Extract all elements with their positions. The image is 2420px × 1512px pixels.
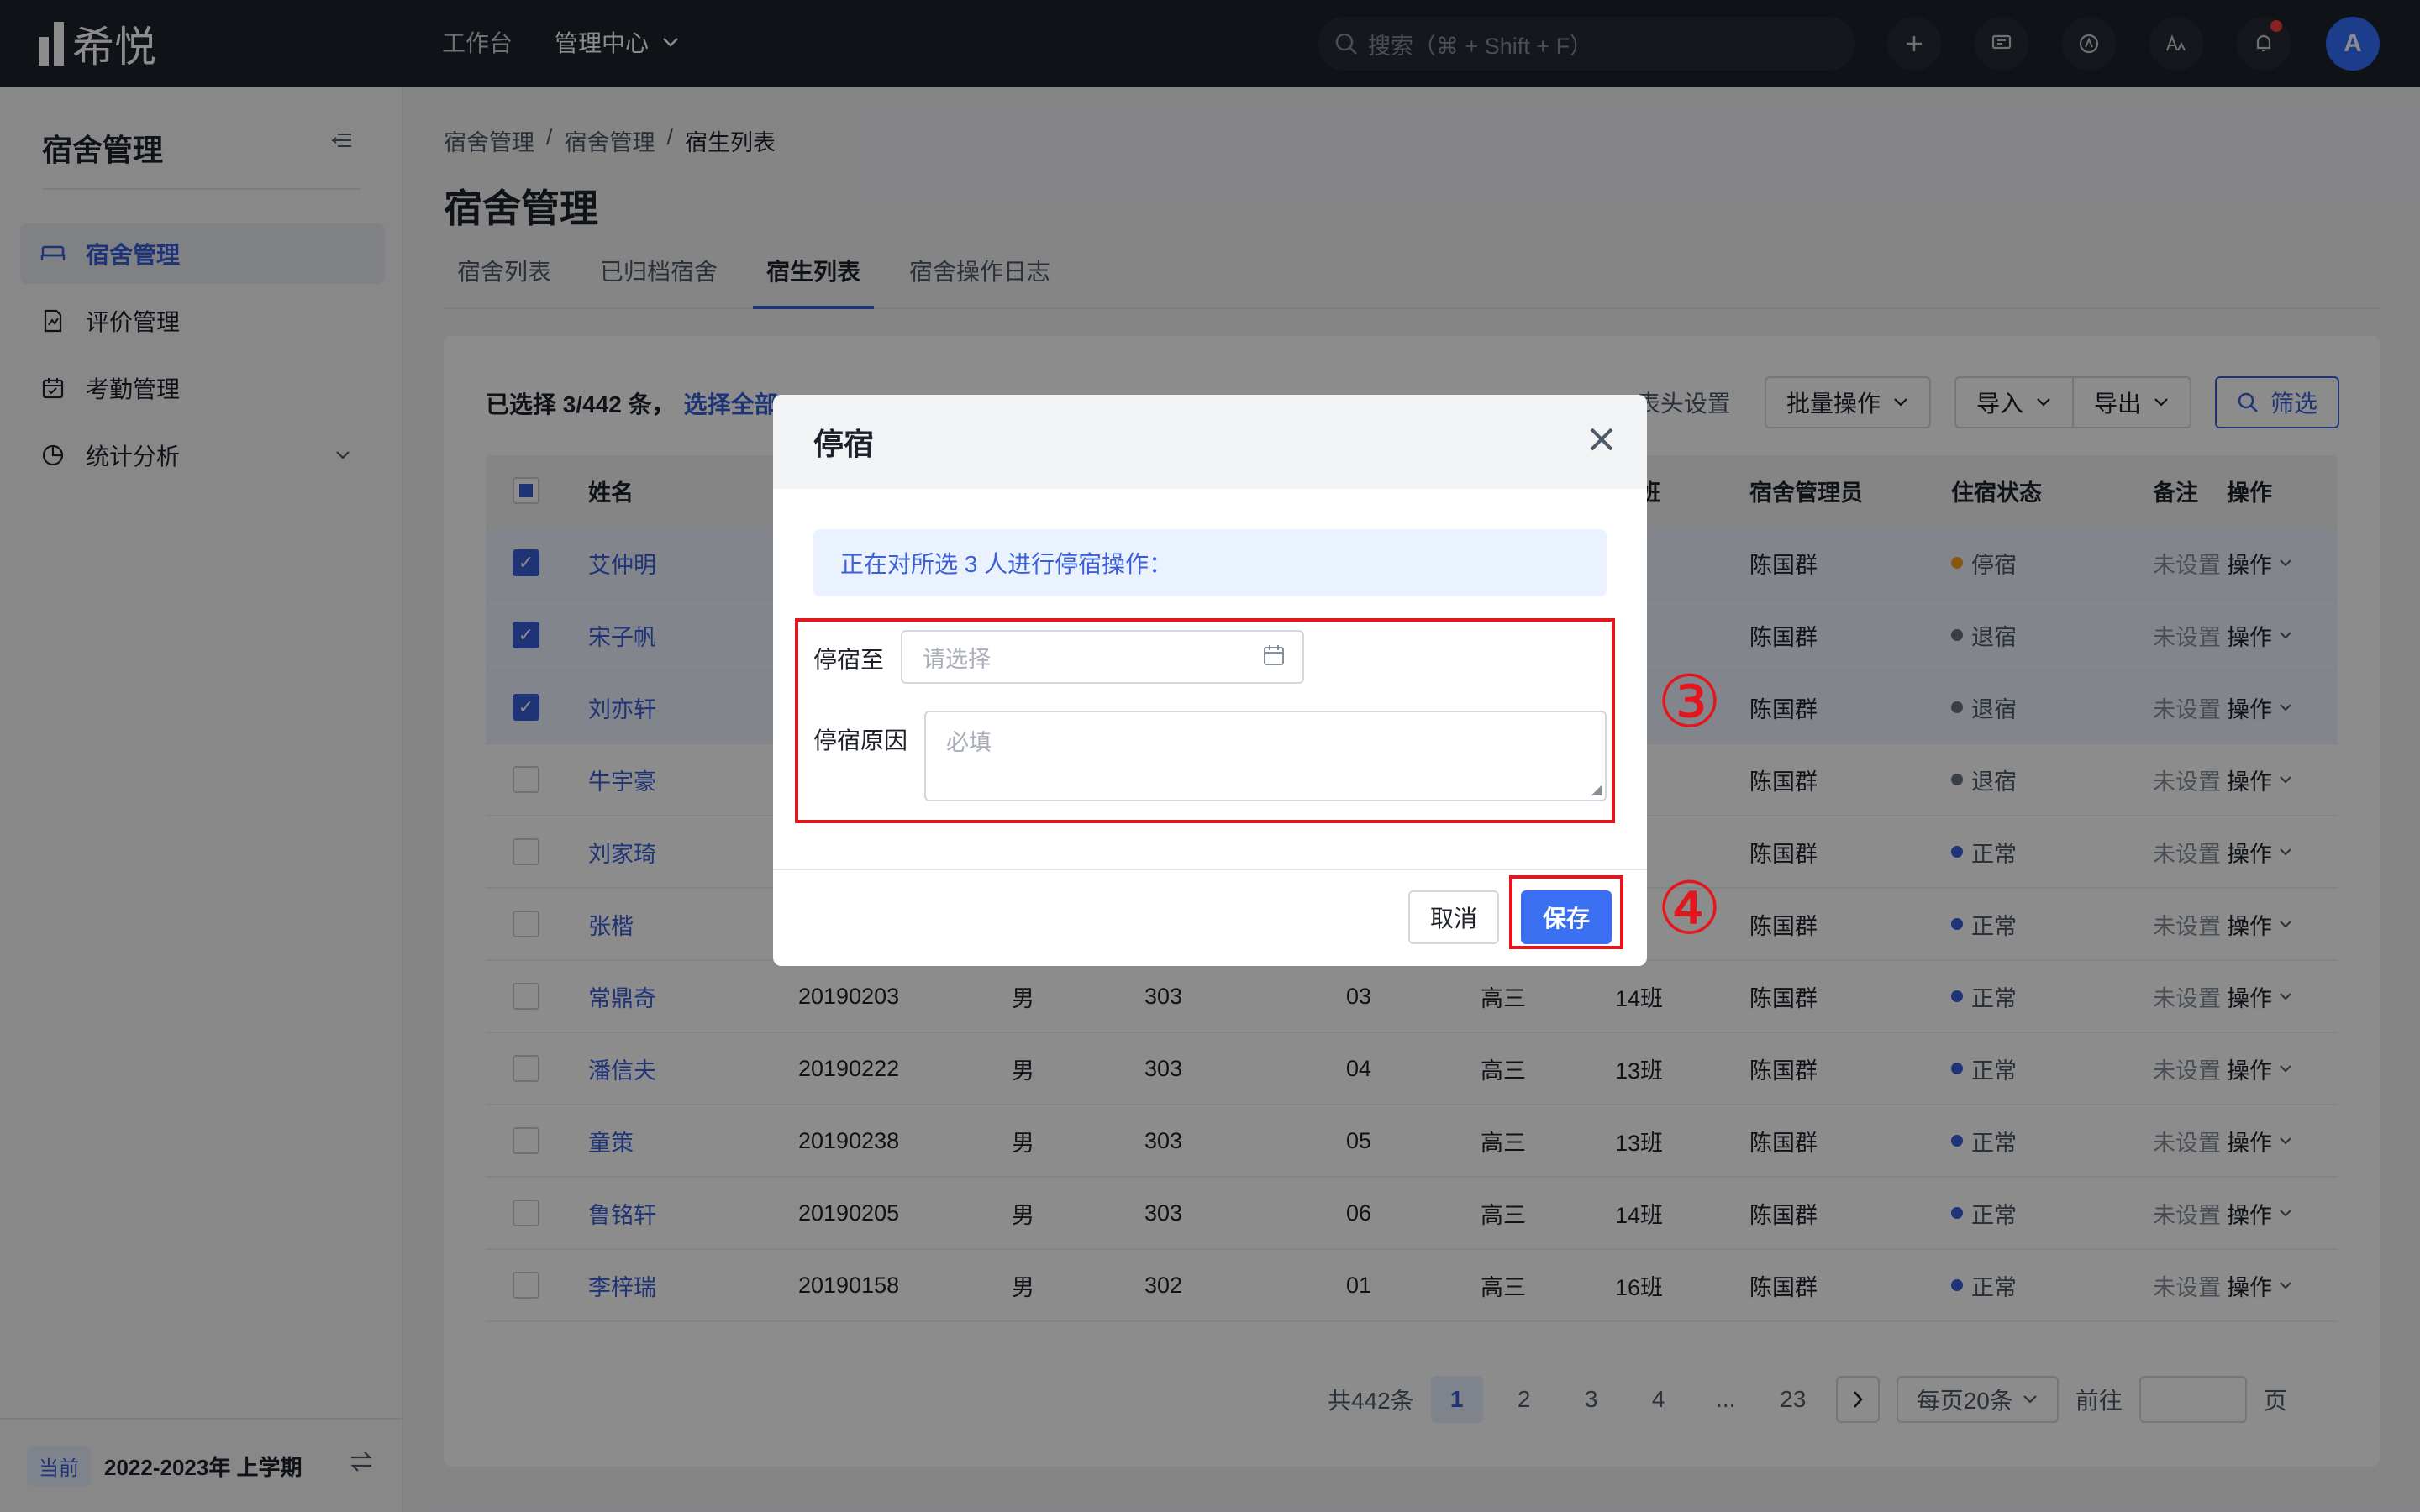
selection-notice: 正在对所选 3 人进行停宿操作： bbox=[813, 529, 1607, 596]
step-3-marker: ③ bbox=[1657, 660, 1723, 744]
dialog-header: 停宿 bbox=[773, 395, 1647, 489]
step-4-marker: ④ bbox=[1657, 867, 1723, 951]
cancel-button[interactable]: 取消 bbox=[1408, 890, 1499, 944]
dialog-title: 停宿 bbox=[813, 427, 875, 461]
close-icon[interactable] bbox=[1588, 420, 1615, 462]
dialog-footer-divider bbox=[773, 869, 1647, 870]
step-4-highlight-box bbox=[1509, 875, 1623, 949]
step-3-highlight-box bbox=[795, 618, 1615, 823]
